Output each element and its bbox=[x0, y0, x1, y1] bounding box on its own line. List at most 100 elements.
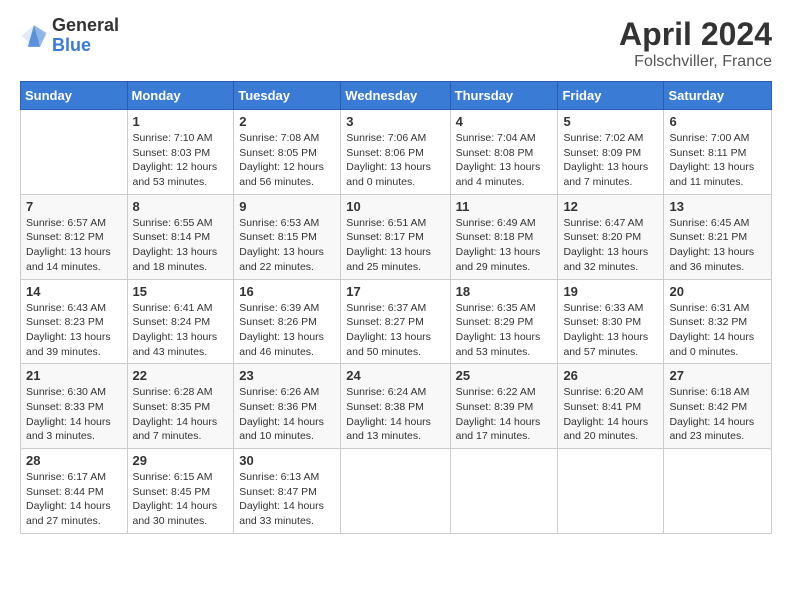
calendar-cell: 9Sunrise: 6:53 AM Sunset: 8:15 PM Daylig… bbox=[234, 194, 341, 279]
day-info: Sunrise: 6:45 AM Sunset: 8:21 PM Dayligh… bbox=[669, 216, 766, 275]
day-number: 2 bbox=[239, 114, 335, 129]
calendar-cell: 11 Sunrise: 6:49 AM Sunset: 8:18 PM Dayli… bbox=[450, 194, 558, 279]
calendar-cell: 15 Sunrise: 6:41 AM Sunset: 8:24 PM Dayli… bbox=[127, 279, 234, 364]
day-info: Sunrise: 6:30 AM Sunset: 8:33 PM Dayligh… bbox=[26, 385, 122, 444]
day-info: Sunrise: 6:55 AM Sunset: 8:14 PM Dayligh… bbox=[133, 216, 229, 275]
logo-text: General Blue bbox=[52, 16, 119, 56]
day-number: 6 bbox=[669, 114, 766, 129]
day-number: 3 bbox=[346, 114, 444, 129]
calendar-week-row: 28 Sunrise: 6:17 AM Sunset: 8:44 PM Dayli… bbox=[21, 449, 772, 534]
day-info: Sunrise: 6:22 AM Sunset: 8:39 PM Dayligh… bbox=[456, 385, 553, 444]
day-number: 8 bbox=[133, 199, 229, 214]
calendar-cell: 28 Sunrise: 6:17 AM Sunset: 8:44 PM Dayli… bbox=[21, 449, 128, 534]
calendar-cell: 17 Sunrise: 6:37 AM Sunset: 8:27 PM Dayli… bbox=[341, 279, 450, 364]
day-number: 21 bbox=[26, 368, 122, 383]
day-info: Sunrise: 6:18 AM Sunset: 8:42 PM Dayligh… bbox=[669, 385, 766, 444]
calendar-cell: 24 Sunrise: 6:24 AM Sunset: 8:38 PM Dayli… bbox=[341, 364, 450, 449]
calendar-cell: 12 Sunrise: 6:47 AM Sunset: 8:20 PM Dayli… bbox=[558, 194, 664, 279]
day-number: 11 bbox=[456, 199, 553, 214]
day-info: Sunrise: 6:17 AM Sunset: 8:44 PM Dayligh… bbox=[26, 470, 122, 529]
calendar-cell: 27 Sunrise: 6:18 AM Sunset: 8:42 PM Dayli… bbox=[664, 364, 772, 449]
calendar-cell bbox=[341, 449, 450, 534]
day-number: 12 bbox=[563, 199, 658, 214]
day-number: 14 bbox=[26, 284, 122, 299]
day-number: 28 bbox=[26, 453, 122, 468]
logo-icon bbox=[20, 22, 48, 50]
col-saturday: Saturday bbox=[664, 82, 772, 110]
day-info: Sunrise: 7:00 AM Sunset: 8:11 PM Dayligh… bbox=[669, 131, 766, 190]
day-number: 1 bbox=[133, 114, 229, 129]
day-info: Sunrise: 6:37 AM Sunset: 8:27 PM Dayligh… bbox=[346, 301, 444, 360]
day-number: 24 bbox=[346, 368, 444, 383]
day-info: Sunrise: 6:51 AM Sunset: 8:17 PM Dayligh… bbox=[346, 216, 444, 275]
calendar-cell bbox=[21, 110, 128, 195]
day-number: 27 bbox=[669, 368, 766, 383]
logo-general-text: General bbox=[52, 16, 119, 36]
calendar-week-row: 21 Sunrise: 6:30 AM Sunset: 8:33 PM Dayli… bbox=[21, 364, 772, 449]
day-info: Sunrise: 6:15 AM Sunset: 8:45 PM Dayligh… bbox=[133, 470, 229, 529]
calendar-cell: 16 Sunrise: 6:39 AM Sunset: 8:26 PM Dayli… bbox=[234, 279, 341, 364]
calendar-cell bbox=[450, 449, 558, 534]
day-number: 15 bbox=[133, 284, 229, 299]
day-info: Sunrise: 6:26 AM Sunset: 8:36 PM Dayligh… bbox=[239, 385, 335, 444]
day-info: Sunrise: 6:47 AM Sunset: 8:20 PM Dayligh… bbox=[563, 216, 658, 275]
day-info: Sunrise: 6:57 AM Sunset: 8:12 PM Dayligh… bbox=[26, 216, 122, 275]
logo-blue-text: Blue bbox=[52, 36, 119, 56]
col-monday: Monday bbox=[127, 82, 234, 110]
day-number: 25 bbox=[456, 368, 553, 383]
col-wednesday: Wednesday bbox=[341, 82, 450, 110]
day-number: 4 bbox=[456, 114, 553, 129]
calendar-cell: 23 Sunrise: 6:26 AM Sunset: 8:36 PM Dayli… bbox=[234, 364, 341, 449]
day-number: 30 bbox=[239, 453, 335, 468]
col-thursday: Thursday bbox=[450, 82, 558, 110]
day-number: 13 bbox=[669, 199, 766, 214]
calendar-week-row: 7 Sunrise: 6:57 AM Sunset: 8:12 PM Daylig… bbox=[21, 194, 772, 279]
title-block: April 2024 Folschviller, France bbox=[619, 16, 772, 71]
calendar-cell: 18Sunrise: 6:35 AM Sunset: 8:29 PM Dayli… bbox=[450, 279, 558, 364]
day-number: 29 bbox=[133, 453, 229, 468]
day-info: Sunrise: 7:04 AM Sunset: 8:08 PM Dayligh… bbox=[456, 131, 553, 190]
calendar-cell: 13 Sunrise: 6:45 AM Sunset: 8:21 PM Dayli… bbox=[664, 194, 772, 279]
day-info: Sunrise: 6:33 AM Sunset: 8:30 PM Dayligh… bbox=[563, 301, 658, 360]
day-info: Sunrise: 6:43 AM Sunset: 8:23 PM Dayligh… bbox=[26, 301, 122, 360]
calendar-cell: 7 Sunrise: 6:57 AM Sunset: 8:12 PM Daylig… bbox=[21, 194, 128, 279]
day-number: 7 bbox=[26, 199, 122, 214]
col-tuesday: Tuesday bbox=[234, 82, 341, 110]
calendar-cell: 5Sunrise: 7:02 AM Sunset: 8:09 PM Daylig… bbox=[558, 110, 664, 195]
calendar-week-row: 14 Sunrise: 6:43 AM Sunset: 8:23 PM Dayli… bbox=[21, 279, 772, 364]
day-number: 23 bbox=[239, 368, 335, 383]
calendar-header-row: Sunday Monday Tuesday Wednesday Thursday… bbox=[21, 82, 772, 110]
day-info: Sunrise: 6:49 AM Sunset: 8:18 PM Dayligh… bbox=[456, 216, 553, 275]
day-number: 19 bbox=[563, 284, 658, 299]
calendar-cell: 1 Sunrise: 7:10 AM Sunset: 8:03 PM Daylig… bbox=[127, 110, 234, 195]
calendar-cell bbox=[664, 449, 772, 534]
day-info: Sunrise: 6:31 AM Sunset: 8:32 PM Dayligh… bbox=[669, 301, 766, 360]
day-number: 22 bbox=[133, 368, 229, 383]
calendar-table: Sunday Monday Tuesday Wednesday Thursday… bbox=[20, 81, 772, 534]
day-number: 17 bbox=[346, 284, 444, 299]
day-number: 20 bbox=[669, 284, 766, 299]
day-info: Sunrise: 7:02 AM Sunset: 8:09 PM Dayligh… bbox=[563, 131, 658, 190]
day-number: 16 bbox=[239, 284, 335, 299]
calendar-week-row: 1 Sunrise: 7:10 AM Sunset: 8:03 PM Daylig… bbox=[21, 110, 772, 195]
page: General Blue April 2024 Folschviller, Fr… bbox=[0, 0, 792, 612]
calendar-cell: 6 Sunrise: 7:00 AM Sunset: 8:11 PM Daylig… bbox=[664, 110, 772, 195]
col-sunday: Sunday bbox=[21, 82, 128, 110]
calendar-cell bbox=[558, 449, 664, 534]
calendar-cell: 2 Sunrise: 7:08 AM Sunset: 8:05 PM Daylig… bbox=[234, 110, 341, 195]
calendar-cell: 26 Sunrise: 6:20 AM Sunset: 8:41 PM Dayli… bbox=[558, 364, 664, 449]
day-info: Sunrise: 6:24 AM Sunset: 8:38 PM Dayligh… bbox=[346, 385, 444, 444]
calendar-cell: 22Sunrise: 6:28 AM Sunset: 8:35 PM Dayli… bbox=[127, 364, 234, 449]
day-number: 18 bbox=[456, 284, 553, 299]
calendar-cell: 25 Sunrise: 6:22 AM Sunset: 8:39 PM Dayli… bbox=[450, 364, 558, 449]
calendar-cell: 29 Sunrise: 6:15 AM Sunset: 8:45 PM Dayli… bbox=[127, 449, 234, 534]
day-info: Sunrise: 6:53 AM Sunset: 8:15 PM Dayligh… bbox=[239, 216, 335, 275]
day-info: Sunrise: 6:20 AM Sunset: 8:41 PM Dayligh… bbox=[563, 385, 658, 444]
day-number: 26 bbox=[563, 368, 658, 383]
logo: General Blue bbox=[20, 16, 119, 56]
day-info: Sunrise: 7:10 AM Sunset: 8:03 PM Dayligh… bbox=[133, 131, 229, 190]
title-month: April 2024 bbox=[619, 16, 772, 53]
day-info: Sunrise: 6:41 AM Sunset: 8:24 PM Dayligh… bbox=[133, 301, 229, 360]
day-info: Sunrise: 7:08 AM Sunset: 8:05 PM Dayligh… bbox=[239, 131, 335, 190]
day-info: Sunrise: 6:39 AM Sunset: 8:26 PM Dayligh… bbox=[239, 301, 335, 360]
